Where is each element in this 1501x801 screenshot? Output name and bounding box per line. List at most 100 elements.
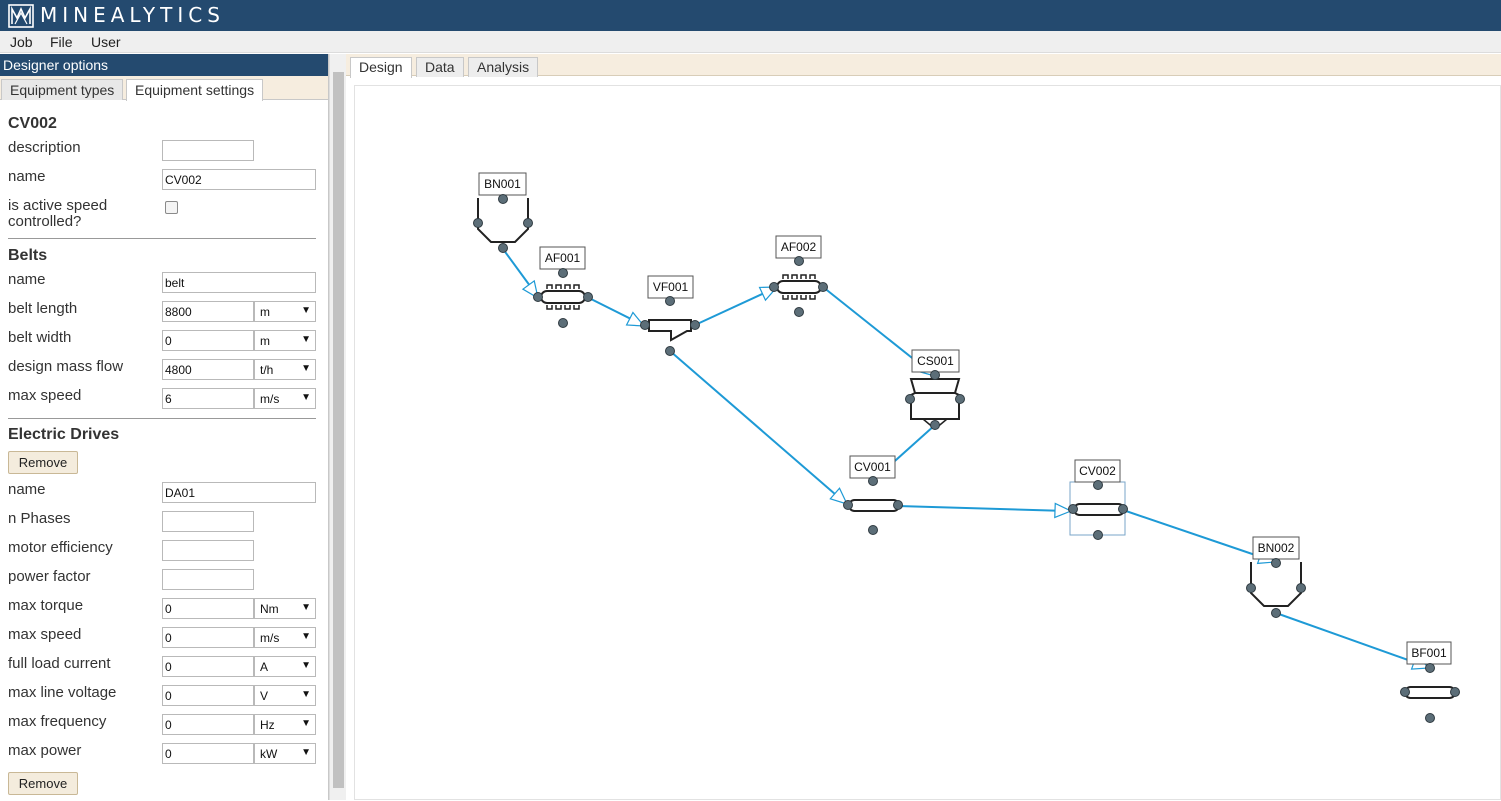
name-input[interactable]: CV002 bbox=[162, 169, 316, 190]
node-label: CV002 bbox=[1079, 464, 1116, 478]
max-line-voltage-unit: V bbox=[260, 689, 269, 703]
n-phases-input[interactable] bbox=[162, 511, 254, 532]
drive-max-speed-unit: m/s bbox=[260, 631, 280, 645]
dropdown-arrow-icon: ▼ bbox=[301, 305, 311, 316]
node-cv002[interactable]: CV002 bbox=[1068, 459, 1128, 540]
max-frequency-unit-select[interactable]: Hz ▼ bbox=[254, 714, 316, 735]
full-load-current-unit: A bbox=[260, 660, 269, 674]
max-line-voltage-label: max line voltage bbox=[8, 684, 117, 701]
tab-analysis[interactable]: Analysis bbox=[468, 57, 539, 77]
connector-lines bbox=[502, 248, 1426, 667]
equipment-id-heading: CV002 bbox=[8, 115, 57, 132]
belt-name-label: name bbox=[8, 271, 46, 288]
tab-equipment-settings[interactable]: Equipment settings bbox=[126, 79, 264, 101]
scrollbar-thumb[interactable] bbox=[333, 72, 344, 788]
belt-length-unit-select[interactable]: m ▼ bbox=[254, 301, 316, 322]
dropdown-arrow-icon: ▼ bbox=[301, 718, 311, 729]
max-line-voltage-unit-select[interactable]: V ▼ bbox=[254, 685, 316, 706]
drive-name-label: name bbox=[8, 481, 46, 498]
dropdown-arrow-icon: ▼ bbox=[301, 363, 311, 374]
power-factor-input[interactable] bbox=[162, 569, 254, 590]
menu-file[interactable]: File bbox=[50, 34, 73, 50]
designer-options-panel: Designer options Equipment types Equipme… bbox=[0, 54, 329, 800]
dropdown-arrow-icon: ▼ bbox=[301, 602, 311, 613]
belt-length-input[interactable]: 8800 bbox=[162, 301, 254, 322]
belt-width-label: belt width bbox=[8, 329, 72, 346]
node-label: VF001 bbox=[653, 280, 689, 294]
max-torque-unit: Nm bbox=[260, 602, 279, 616]
node-bf001[interactable]: BF001 bbox=[1400, 641, 1460, 723]
belt-name-input[interactable]: belt bbox=[162, 272, 316, 293]
belt-max-speed-unit: m/s bbox=[260, 392, 280, 406]
app-name: MINEALYTICS bbox=[40, 3, 225, 27]
max-torque-input[interactable]: 0 bbox=[162, 598, 254, 619]
node-vf001[interactable]: VF001 bbox=[640, 275, 700, 356]
node-cv001[interactable]: CV001 bbox=[843, 455, 903, 535]
tab-equipment-types[interactable]: Equipment types bbox=[1, 79, 124, 100]
drive-max-speed-input[interactable]: 0 bbox=[162, 627, 254, 648]
max-power-unit: kW bbox=[260, 747, 278, 761]
dropdown-arrow-icon: ▼ bbox=[301, 631, 311, 642]
belt-width-unit-select[interactable]: m ▼ bbox=[254, 330, 316, 351]
dropdown-arrow-icon: ▼ bbox=[301, 660, 311, 671]
max-torque-unit-select[interactable]: Nm ▼ bbox=[254, 598, 316, 619]
node-label: BN001 bbox=[484, 177, 521, 191]
active-speed-checkbox[interactable] bbox=[165, 201, 178, 214]
section-divider bbox=[8, 238, 316, 239]
tab-design[interactable]: Design bbox=[350, 57, 412, 78]
max-power-input[interactable]: 0 bbox=[162, 743, 254, 764]
node-label: BF001 bbox=[1411, 646, 1447, 660]
belt-max-speed-label: max speed bbox=[8, 387, 82, 404]
node-cs001[interactable]: CS001 bbox=[905, 349, 965, 430]
flowsheet-diagram[interactable]: BN001 AF001 VF001 AF002 CS001 CV001 CV00… bbox=[355, 86, 1501, 801]
menu-user[interactable]: User bbox=[91, 34, 121, 50]
menu-job[interactable]: Job bbox=[10, 34, 33, 50]
design-mass-flow-unit: t/h bbox=[260, 363, 274, 377]
belt-width-unit: m bbox=[260, 334, 270, 348]
belt-width-input[interactable]: 0 bbox=[162, 330, 254, 351]
belt-max-speed-input[interactable]: 6 bbox=[162, 388, 254, 409]
n-phases-label: n Phases bbox=[8, 510, 71, 527]
drive-max-speed-label: max speed bbox=[8, 626, 82, 643]
panel-title: Designer options bbox=[0, 54, 328, 76]
max-torque-label: max torque bbox=[8, 597, 84, 614]
dropdown-arrow-icon: ▼ bbox=[301, 334, 311, 345]
section-divider bbox=[8, 418, 316, 419]
description-input[interactable] bbox=[162, 140, 254, 161]
max-power-label: max power bbox=[8, 742, 82, 759]
design-mass-flow-unit-select[interactable]: t/h ▼ bbox=[254, 359, 316, 380]
motor-efficiency-input[interactable] bbox=[162, 540, 254, 561]
max-frequency-input[interactable]: 0 bbox=[162, 714, 254, 735]
node-af002[interactable]: AF002 bbox=[769, 235, 828, 317]
electric-drives-heading: Electric Drives bbox=[8, 426, 120, 443]
design-mass-flow-input[interactable]: 4800 bbox=[162, 359, 254, 380]
dropdown-arrow-icon: ▼ bbox=[301, 392, 311, 403]
full-load-current-input[interactable]: 0 bbox=[162, 656, 254, 677]
node-label: AF001 bbox=[545, 251, 581, 265]
design-mass-flow-label: design mass flow bbox=[8, 358, 124, 375]
max-frequency-unit: Hz bbox=[260, 718, 275, 732]
max-power-unit-select[interactable]: kW ▼ bbox=[254, 743, 316, 764]
equipment-settings-form: CV002 description name CV002 is active s… bbox=[0, 101, 328, 800]
full-load-current-unit-select[interactable]: A ▼ bbox=[254, 656, 316, 677]
node-label: CV001 bbox=[854, 460, 891, 474]
node-af001[interactable]: AF001 bbox=[533, 246, 593, 328]
remove-drive-button-bottom[interactable]: Remove bbox=[8, 772, 78, 795]
left-panel-scrollbar[interactable] bbox=[329, 54, 346, 800]
belt-length-unit: m bbox=[260, 305, 270, 319]
remove-drive-button[interactable]: Remove bbox=[8, 451, 78, 474]
node-label: AF002 bbox=[781, 240, 817, 254]
drive-max-speed-unit-select[interactable]: m/s ▼ bbox=[254, 627, 316, 648]
node-bn002[interactable]: BN002 bbox=[1246, 536, 1306, 618]
name-label: name bbox=[8, 168, 46, 185]
max-line-voltage-input[interactable]: 0 bbox=[162, 685, 254, 706]
design-canvas[interactable]: BN001 AF001 VF001 AF002 CS001 CV001 CV00… bbox=[354, 85, 1501, 800]
max-frequency-label: max frequency bbox=[8, 713, 107, 730]
dropdown-arrow-icon: ▼ bbox=[301, 689, 311, 700]
motor-efficiency-label: motor efficiency bbox=[8, 539, 113, 556]
speed-control-label-line2: controlled? bbox=[8, 213, 82, 230]
node-bn001[interactable]: BN001 bbox=[473, 172, 533, 253]
belt-max-speed-unit-select[interactable]: m/s ▼ bbox=[254, 388, 316, 409]
drive-name-input[interactable]: DA01 bbox=[162, 482, 316, 503]
tab-data[interactable]: Data bbox=[416, 57, 464, 77]
